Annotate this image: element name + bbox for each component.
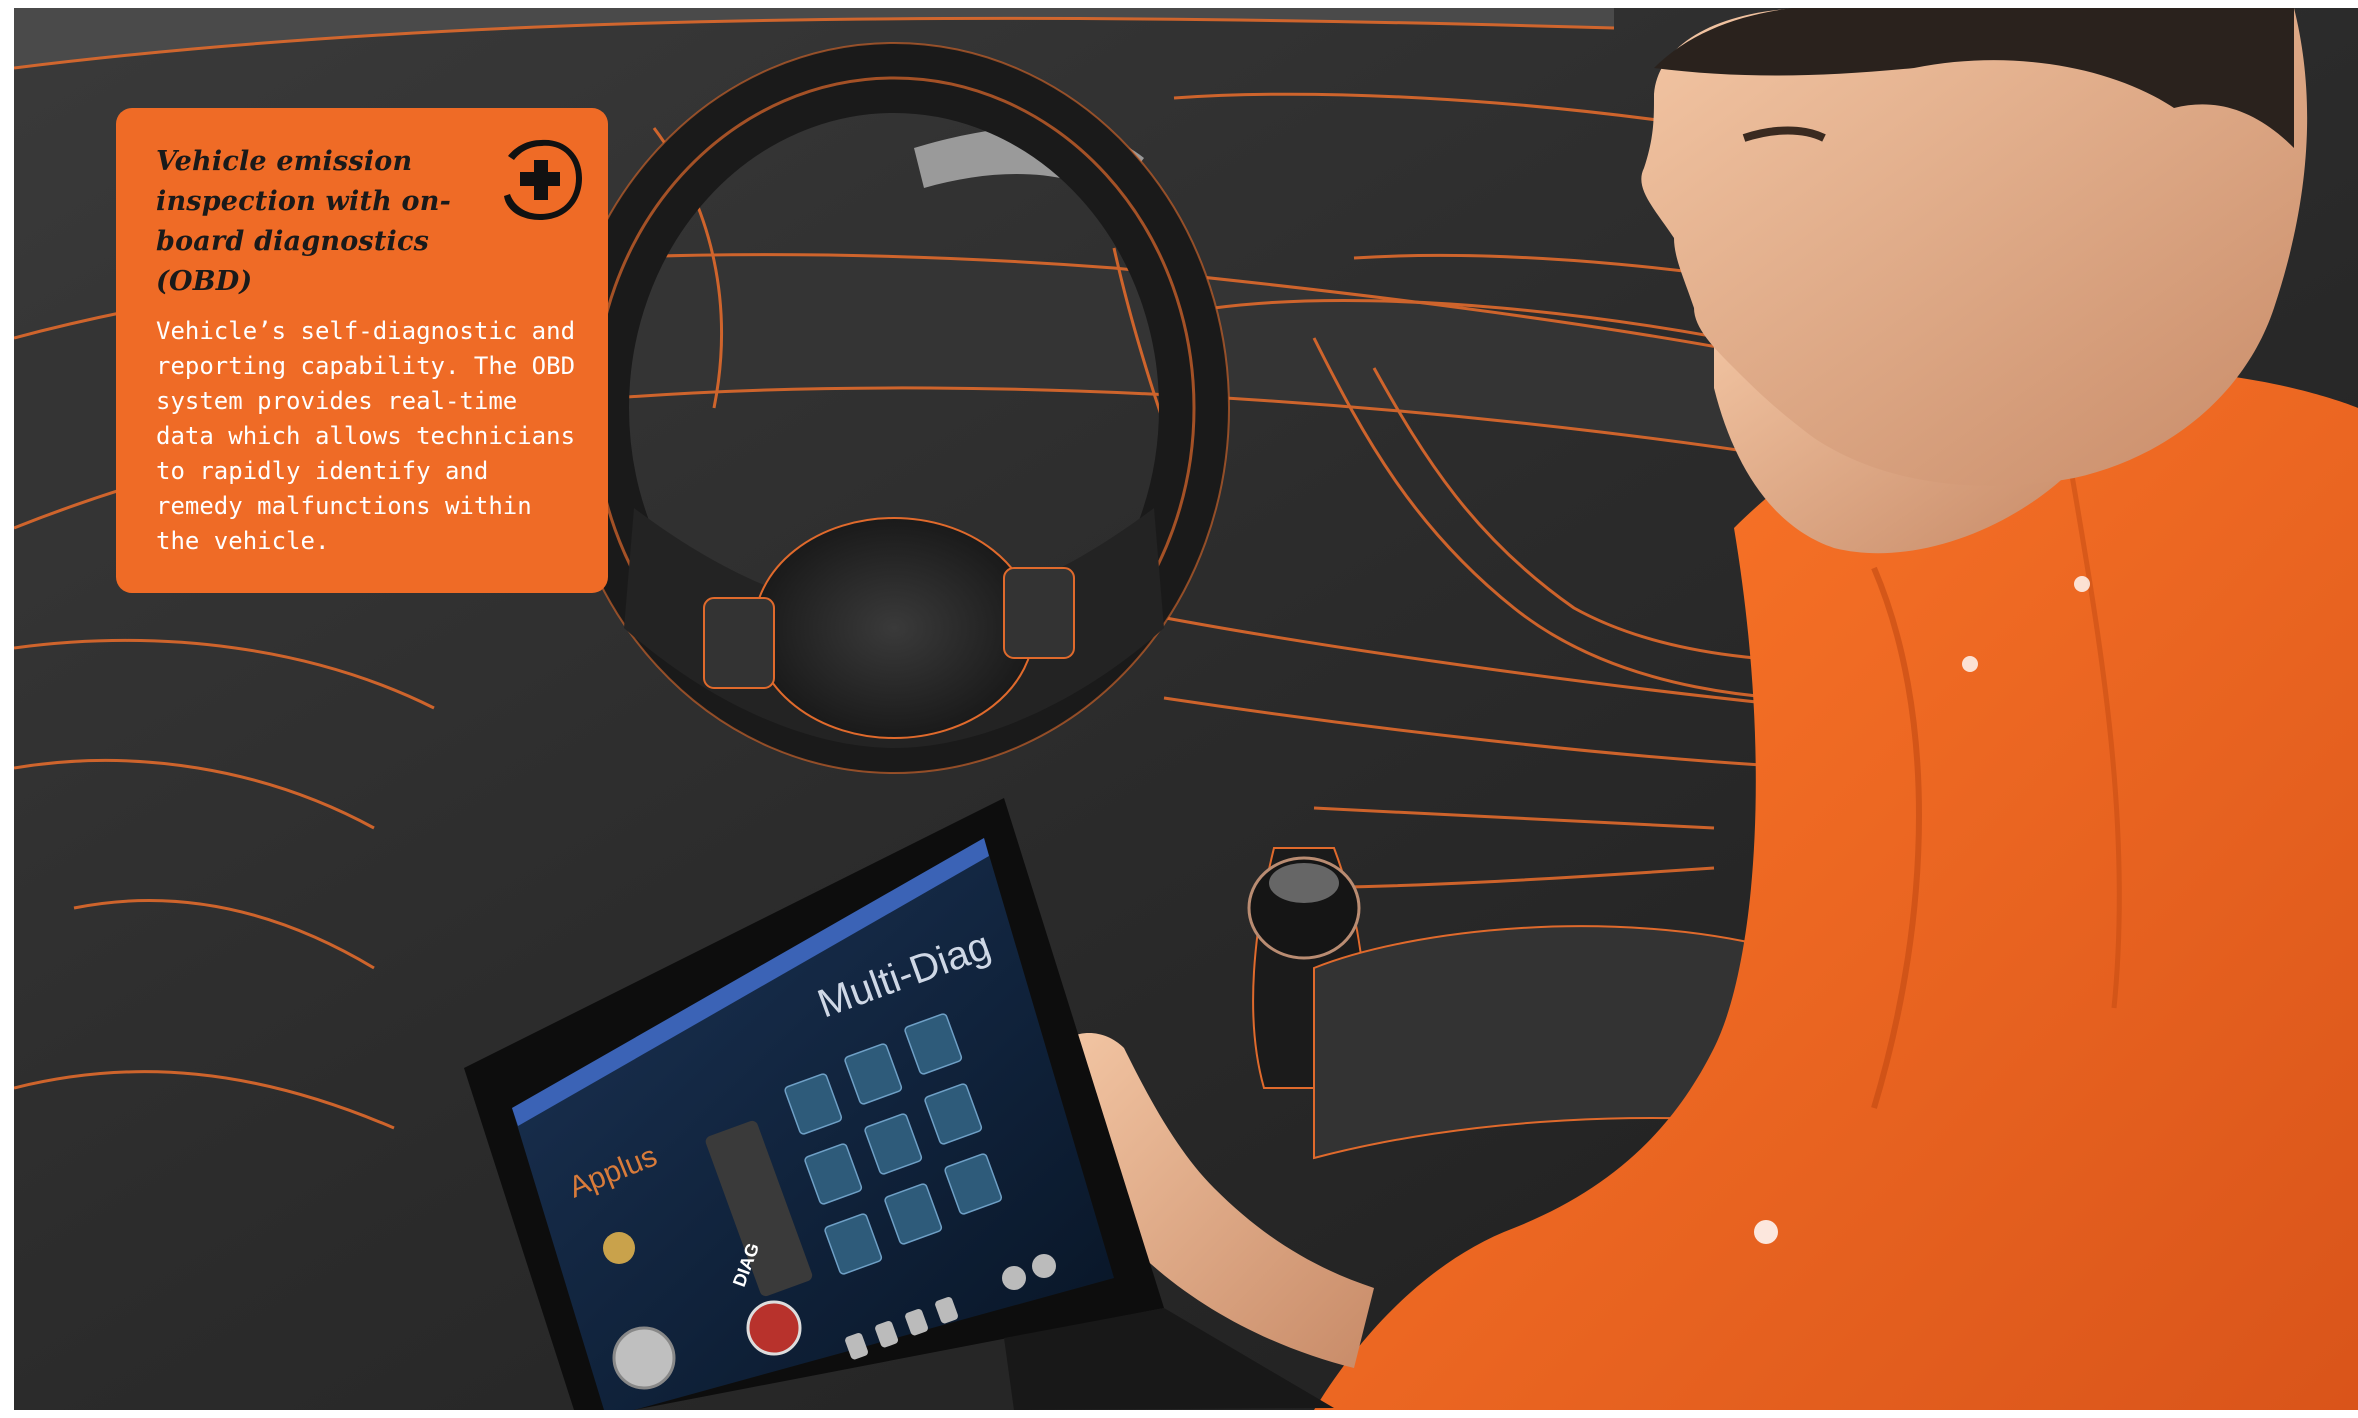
card-description: Vehicle’s self-diagnostic and reporting … — [156, 317, 576, 555]
info-card: Vehicle emission inspection with on-boar… — [116, 108, 608, 593]
card-title: Vehicle emission inspection with on-boar… — [156, 146, 451, 297]
photo-frame: Multi-Diag Applus DIAG Vehicle emission … — [14, 8, 2358, 1410]
plus-icon[interactable] — [496, 134, 586, 224]
